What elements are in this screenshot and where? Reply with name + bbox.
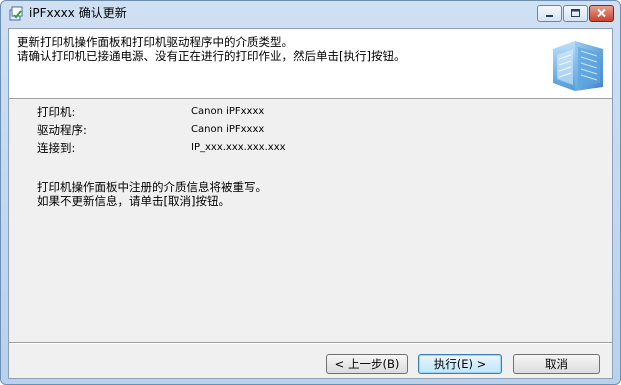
close-button[interactable] — [589, 5, 614, 22]
cancel-hint: 如果不更新信息，请单击[取消]按钮。 — [37, 194, 230, 208]
header-instruction-2: 请确认打印机已接通电源、没有正在进行的打印作业，然后单击[执行]按钮。 — [17, 49, 406, 63]
connected-to-label: 连接到: — [37, 141, 76, 155]
cancel-button[interactable]: 取消 — [513, 354, 600, 374]
overwrite-notice: 打印机操作面板中注册的介质信息将被重写。 — [37, 180, 267, 194]
header-instruction-1: 更新打印机操作面板和打印机驱动程序中的介质类型。 — [17, 35, 293, 49]
window-title: iPFxxxx 确认更新 — [29, 6, 127, 20]
title-bar[interactable]: iPFxxxx 确认更新 — [1, 1, 620, 25]
printer-value: Canon iPFxxxx — [191, 106, 265, 117]
execute-button[interactable]: 执行(E) > — [418, 354, 502, 374]
maximize-icon — [571, 9, 580, 17]
minimize-icon — [546, 15, 553, 17]
paper-stack-graphic — [545, 35, 607, 93]
install-wizard-icon — [9, 5, 24, 21]
close-icon — [597, 8, 606, 18]
dialog-client-area: 更新打印机操作面板和打印机驱动程序中的介质类型。 请确认打印机已接通电源、没有正… — [8, 28, 613, 379]
driver-value: Canon iPFxxxx — [191, 124, 265, 135]
footer-divider — [9, 342, 612, 344]
back-button[interactable]: < 上一步(B) — [326, 354, 408, 374]
maximize-button[interactable] — [563, 5, 588, 22]
printer-label: 打印机: — [37, 105, 76, 119]
minimize-button[interactable] — [537, 5, 562, 22]
driver-label: 驱动程序: — [37, 123, 87, 137]
header-panel: 更新打印机操作面板和打印机驱动程序中的介质类型。 请确认打印机已接通电源、没有正… — [9, 29, 612, 99]
connected-to-value: IP_xxx.xxx.xxx.xxx — [191, 142, 286, 153]
dialog-window: iPFxxxx 确认更新 更新打印机操作面板和打印机驱动程序中的介质类型。 请确… — [0, 0, 621, 385]
